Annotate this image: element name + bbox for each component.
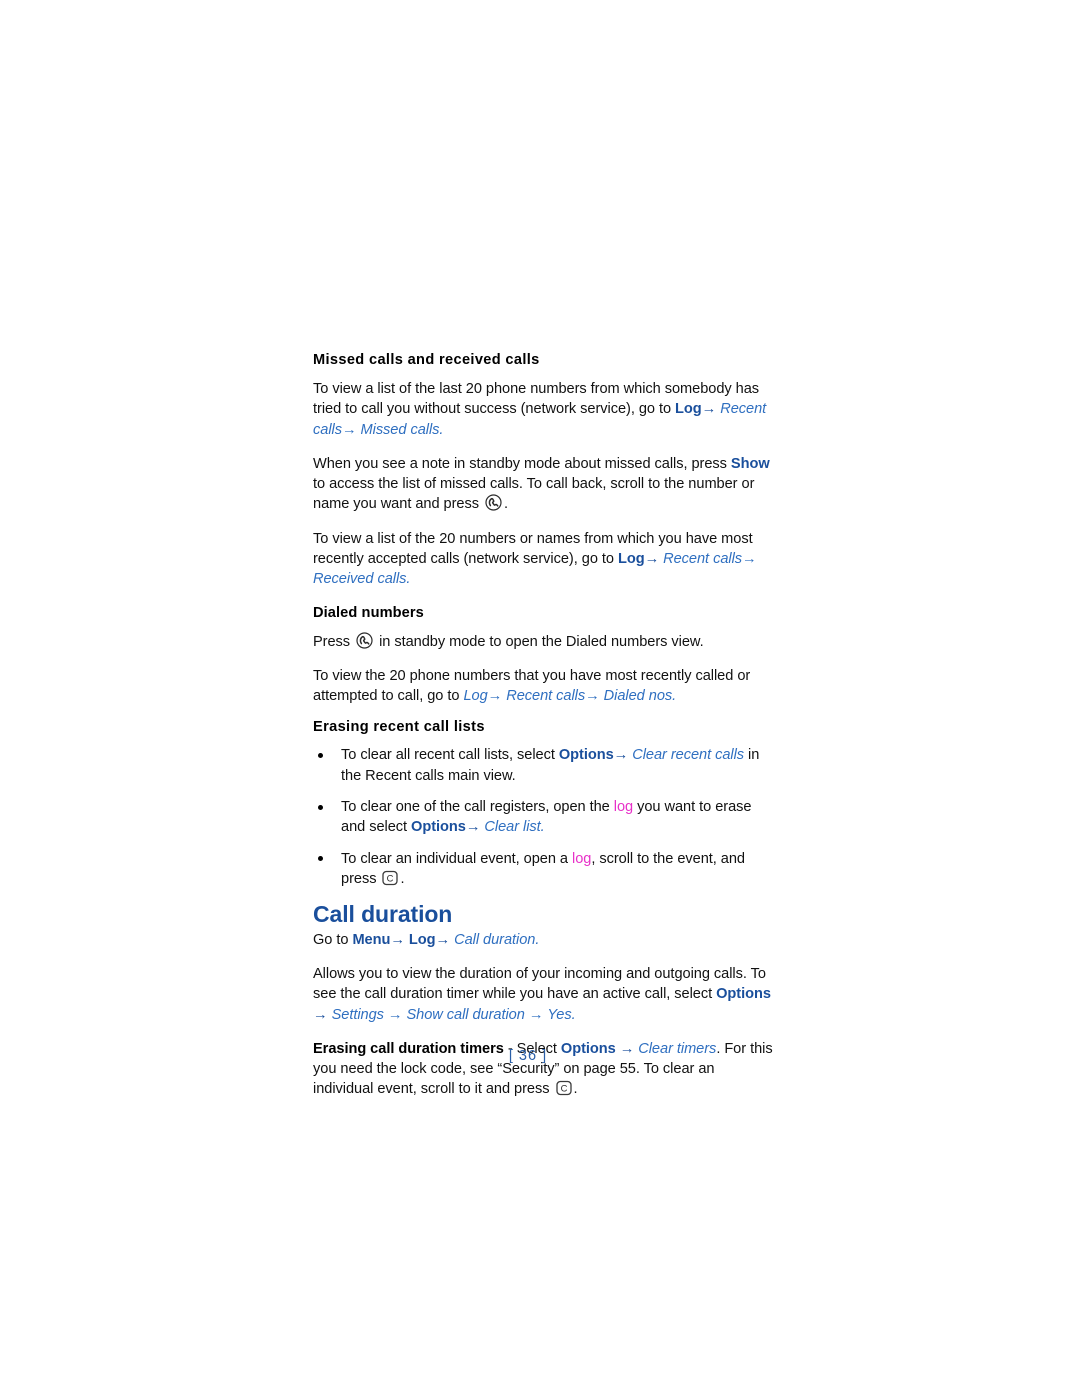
menu-path-show-call-duration: Show call duration (406, 1006, 525, 1023)
paragraph-missed-calls-path: To view a list of the last 20 phone numb… (313, 379, 775, 440)
cross-reference-log: log (572, 850, 592, 867)
bullet-dot-icon (318, 804, 323, 810)
paragraph-received-calls-path: To view a list of the 20 numbers or name… (313, 529, 775, 590)
text-run: . (503, 496, 508, 513)
menu-path-yes: Yes (547, 1006, 572, 1023)
cross-reference-log: log (613, 799, 634, 816)
page-number: [ 36 ] (508, 1048, 548, 1064)
arrow-glyph: → (644, 551, 664, 568)
arrow-glyph: → (585, 688, 604, 705)
text-run: . (540, 819, 545, 836)
arrow-glyph: → (613, 747, 633, 764)
arrow-glyph: → (383, 1006, 407, 1023)
menu-path-clear-list: Clear list (484, 819, 541, 836)
erasing-recent-call-lists-list: To clear all recent call lists, select O… (313, 745, 775, 889)
menu-term-options: Options (716, 986, 771, 1003)
paragraph-dialed-numbers-path: To view the 20 phone numbers that you ha… (313, 666, 775, 707)
svg-text:C: C (387, 873, 394, 884)
text-run: Allows you to view the duration of your … (313, 965, 766, 1003)
text-run: When you see a note in standby mode abou… (313, 455, 731, 472)
heading-missed-received-calls: Missed calls and received calls (313, 352, 540, 368)
menu-term-log: Log (617, 551, 645, 568)
arrow-glyph: → (742, 551, 757, 568)
text-run: . (439, 421, 444, 438)
paragraph-missed-calls-show: When you see a note in standby mode abou… (313, 454, 775, 515)
page-title-call-duration: Call duration (313, 901, 453, 928)
text-run: . (535, 931, 540, 948)
text-run: Go to (313, 931, 353, 948)
menu-term-options: Options (558, 747, 614, 764)
arrow-glyph: → (341, 421, 361, 438)
call-key-icon (485, 494, 502, 512)
arrow-glyph: → (390, 931, 409, 948)
arrow-glyph: → (313, 1006, 332, 1023)
menu-path-recent-calls: Recent calls (506, 688, 586, 705)
menu-term-log: Log (675, 401, 702, 418)
paragraph-dialed-numbers-press: Press in standby mode to open the Dialed… (313, 632, 775, 652)
text-run: to access the list of missed calls. To c… (313, 476, 755, 513)
menu-term-options: Options (411, 819, 466, 836)
text-run: in standby mode to open the Dialed numbe… (375, 633, 704, 650)
svg-text:C: C (560, 1083, 567, 1094)
clear-key-icon: C (555, 1080, 572, 1096)
text-run: To clear all recent call lists, select (341, 747, 559, 764)
menu-path-call-duration: Call duration (454, 931, 536, 948)
arrow-glyph: → (465, 819, 485, 836)
text-run: . (406, 571, 411, 588)
menu-path-log: Log (463, 688, 488, 705)
arrow-glyph: → (487, 688, 507, 705)
text-run: . (571, 1006, 576, 1023)
text-run: . (672, 688, 677, 705)
paragraph-call-duration-goto: Go to Menu→ Log→ Call duration. (313, 930, 775, 950)
text-run: To clear an individual event, open a (341, 850, 572, 867)
menu-path-dialed-nos: Dialed nos (603, 688, 673, 705)
call-key-icon (356, 632, 373, 649)
bullet-dot-icon (318, 856, 323, 862)
menu-path-settings: Settings (331, 1006, 384, 1023)
menu-path-missed-calls: Missed calls (360, 421, 440, 438)
text-run: . (400, 870, 405, 887)
menu-term-show: Show (730, 455, 770, 472)
bullet-dot-icon (318, 752, 323, 758)
clear-key-icon: C (382, 870, 399, 886)
menu-path-received-calls: Received calls (313, 571, 407, 588)
manual-page: Missed calls and received calls To view … (0, 0, 1080, 1397)
list-item: To clear an individual event, open a log… (313, 849, 775, 890)
arrow-glyph: → (435, 931, 455, 948)
arrow-glyph: → (701, 401, 721, 418)
text-run: . (573, 1081, 578, 1098)
page-content: Missed calls and received calls To view … (313, 351, 775, 1114)
text-run: To clear one of the call registers, open… (341, 799, 614, 816)
list-item: To clear one of the call registers, open… (313, 797, 775, 838)
menu-path-recent-calls: Recent calls (663, 551, 743, 568)
menu-term-log: Log (408, 931, 436, 948)
menu-term-menu: Menu (352, 931, 391, 948)
menu-path-clear-recent-calls: Clear recent calls (632, 747, 745, 764)
list-item: To clear all recent call lists, select O… (313, 745, 775, 786)
paragraph-call-duration-description: Allows you to view the duration of your … (313, 964, 775, 1025)
heading-erasing-recent-call-lists: Erasing recent call lists (313, 718, 485, 735)
heading-dialed-numbers: Dialed numbers (313, 604, 424, 621)
text-run: Press (313, 633, 355, 650)
arrow-glyph: → (524, 1006, 548, 1023)
